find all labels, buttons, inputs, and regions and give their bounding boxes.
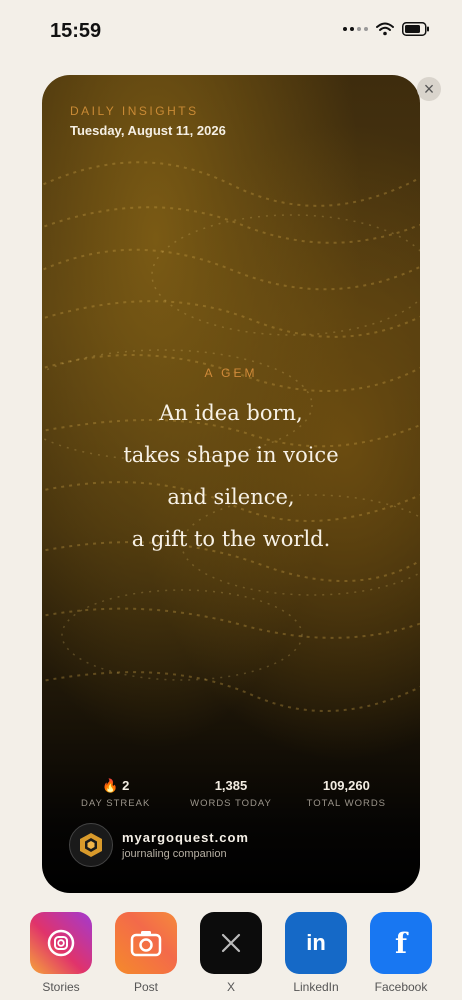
gem-label: A GEM — [204, 366, 258, 380]
brand-tagline: journaling companion — [122, 848, 227, 860]
brand-url: myargoquest.com — [122, 830, 249, 845]
total-words-value: 109,260 — [322, 778, 370, 793]
stat-total-words: 109,260 TOTAL WORDS — [291, 777, 401, 809]
battery-icon — [402, 22, 430, 36]
streak-label: DAY STREAK — [81, 798, 151, 809]
stat-words-today: 1,385 WORDS TODAY — [176, 777, 286, 809]
share-label: LinkedIn — [293, 980, 339, 994]
status-bar: 15:59 — [0, 0, 462, 60]
share-row: Stories Post X in LinkedIn f Facebook — [0, 912, 462, 1000]
share-linkedin-button[interactable]: in LinkedIn — [281, 912, 351, 994]
instagram-icon — [30, 912, 92, 974]
stat-day-streak: 🔥 2 DAY STREAK — [61, 777, 171, 809]
share-post-button[interactable]: Post — [111, 912, 181, 994]
words-today-value: 1,385 — [214, 778, 248, 793]
words-today-label: WORDS TODAY — [190, 798, 272, 809]
close-icon: × — [423, 79, 435, 99]
status-icons — [343, 22, 430, 36]
stats-row: 🔥 2 DAY STREAK 1,385 WORDS TODAY 109,260 … — [42, 777, 420, 809]
streak-value: 2 — [122, 778, 130, 793]
share-label: Facebook — [374, 980, 428, 994]
poem-line: An idea born, — [159, 401, 303, 425]
poem-text: An idea born, takes shape in voice and s… — [42, 392, 420, 560]
insight-card: DAILY INSIGHTS Tuesday, August 11, 2026 … — [42, 75, 420, 893]
signal-icon — [343, 27, 368, 31]
wifi-icon — [376, 22, 394, 36]
poem-line: takes shape in voice — [123, 443, 339, 467]
share-stories-button[interactable]: Stories — [26, 912, 96, 994]
close-button[interactable]: × — [417, 77, 441, 101]
share-x-button[interactable]: X — [196, 912, 266, 994]
linkedin-icon: in — [285, 912, 347, 974]
brand-logo-icon — [69, 823, 113, 867]
share-label: Stories — [42, 980, 80, 994]
total-words-label: TOTAL WORDS — [306, 798, 387, 809]
share-label: X — [226, 980, 235, 994]
poem-line: a gift to the world. — [131, 527, 331, 551]
status-time: 15:59 — [50, 20, 102, 42]
x-logo-icon — [200, 912, 262, 974]
facebook-icon: f — [370, 912, 432, 974]
brand-footer: myargoquest.com journaling companion — [69, 823, 249, 867]
eyebrow-label: DAILY INSIGHTS — [70, 104, 199, 118]
date-label: Tuesday, August 11, 2026 — [70, 123, 226, 138]
poem-line: and silence, — [167, 485, 295, 509]
flame-icon: 🔥 — [101, 778, 119, 793]
camera-icon — [115, 912, 177, 974]
share-facebook-button[interactable]: f Facebook — [366, 912, 436, 994]
share-label: Post — [133, 980, 158, 994]
